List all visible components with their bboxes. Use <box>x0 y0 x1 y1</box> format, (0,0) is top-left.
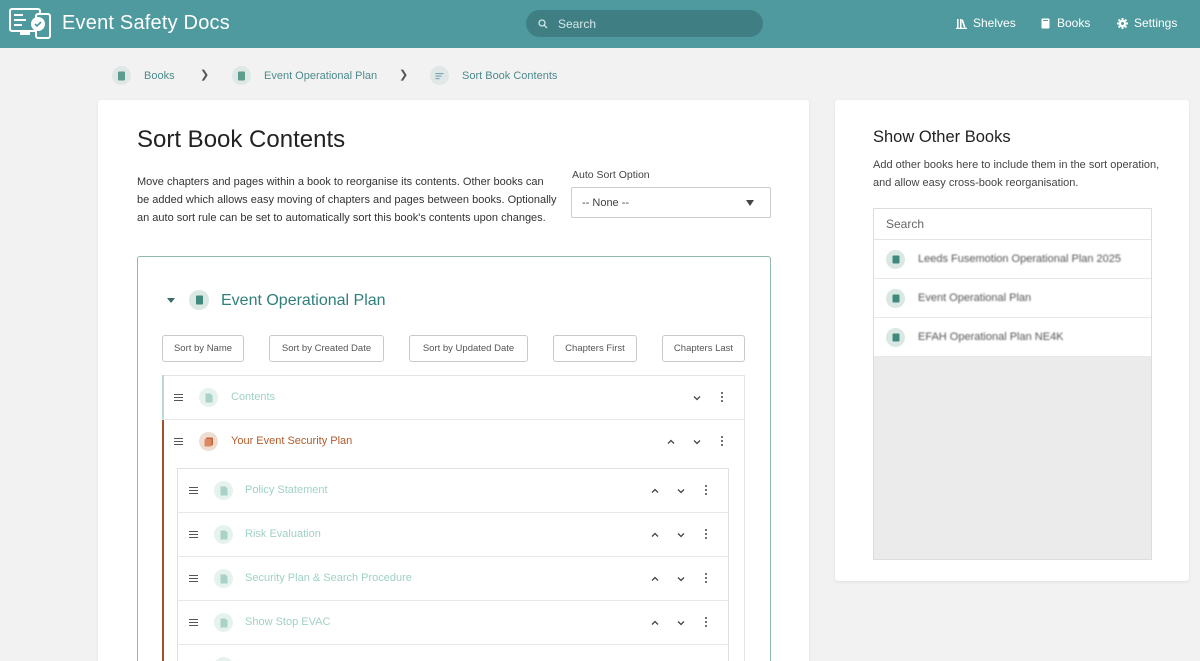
page-title: Sort Book Contents <box>137 126 346 153</box>
item-label: Risk Evaluation <box>245 528 321 540</box>
book-icon <box>189 290 209 310</box>
more-options-icon[interactable] <box>705 529 708 540</box>
sort-by-updated-button[interactable]: Sort by Updated Date <box>409 335 528 362</box>
page-icon <box>214 569 233 588</box>
chapter-label: Your Event Security Plan <box>231 435 353 447</box>
nav-books[interactable]: Books <box>1040 16 1090 30</box>
sort-icon <box>430 66 449 85</box>
breadcrumb-book-label: Event Operational Plan <box>264 69 378 82</box>
list-item[interactable] <box>178 645 728 661</box>
move-up-icon[interactable] <box>651 619 659 627</box>
nav-shelves[interactable]: Shelves <box>956 16 1016 30</box>
move-down-icon[interactable] <box>693 438 701 446</box>
book-icon <box>886 288 905 308</box>
item-label: Contents <box>231 391 276 403</box>
drag-handle-icon[interactable] <box>189 487 198 494</box>
drag-handle-icon[interactable] <box>189 575 198 582</box>
other-book-label: EFAH Operational Plan NE4K <box>918 331 1064 343</box>
more-options-icon[interactable] <box>705 617 708 628</box>
page-icon <box>214 613 233 632</box>
move-up-icon[interactable] <box>651 531 659 539</box>
more-options-icon[interactable] <box>721 392 724 403</box>
global-search[interactable] <box>526 10 763 37</box>
sort-by-created-button[interactable]: Sort by Created Date <box>269 335 384 362</box>
other-book-label: Leeds Fusemotion Operational Plan 2025 <box>918 253 1122 265</box>
chapters-first-button[interactable]: Chapters First <box>553 335 637 362</box>
auto-sort-value: -- None -- <box>582 196 630 209</box>
shelves-icon <box>956 18 967 29</box>
sort-by-name-button[interactable]: Sort by Name <box>162 335 244 362</box>
other-books-title: Show Other Books <box>873 128 1011 146</box>
item-label: Policy Statement <box>245 484 328 496</box>
book-icon <box>886 249 905 269</box>
app-title[interactable]: Event Safety Docs <box>62 12 230 35</box>
book-icon <box>232 66 251 85</box>
page-icon <box>199 388 218 407</box>
list-item[interactable]: Risk Evaluation <box>178 513 728 557</box>
drag-handle-icon[interactable] <box>189 619 198 626</box>
auto-sort-label: Auto Sort Option <box>572 169 650 181</box>
breadcrumb-book[interactable]: Event Operational Plan <box>232 66 377 85</box>
auto-sort-select[interactable]: -- None -- <box>571 187 771 218</box>
nav-shelves-label: Shelves <box>973 16 1016 30</box>
top-header: Event Safety Docs Shelves Books <box>0 0 1200 48</box>
book-icon <box>886 327 905 347</box>
other-books-description: Add other books here to include them in … <box>873 159 1160 189</box>
other-book-item[interactable]: Leeds Fusemotion Operational Plan 2025 <box>874 240 1151 279</box>
nav-books-label: Books <box>1057 16 1091 30</box>
nav-settings[interactable]: Settings <box>1117 16 1177 30</box>
drag-handle-icon[interactable] <box>174 438 183 445</box>
move-down-icon[interactable] <box>677 531 685 539</box>
other-book-label: Event Operational Plan <box>918 292 1032 304</box>
item-label: Show Stop EVAC <box>245 616 331 628</box>
move-up-icon[interactable] <box>651 487 659 495</box>
search-input[interactable] <box>558 16 738 31</box>
breadcrumb-sort[interactable]: Sort Book Contents <box>430 66 557 85</box>
move-down-icon[interactable] <box>677 487 685 495</box>
list-item[interactable]: Contents <box>164 376 744 420</box>
breadcrumb-books[interactable]: Books <box>112 66 175 85</box>
move-down-icon[interactable] <box>693 394 701 402</box>
breadcrumb-separator-icon: ❯ <box>200 69 210 81</box>
item-label: Security Plan & Search Procedure <box>245 572 412 584</box>
chapter-icon <box>199 432 218 451</box>
more-options-icon[interactable] <box>705 485 708 496</box>
other-book-item[interactable]: EFAH Operational Plan NE4K <box>874 318 1151 357</box>
drag-handle-icon[interactable] <box>189 531 198 538</box>
move-down-icon[interactable] <box>677 619 685 627</box>
other-books-search-input[interactable] <box>886 217 1126 231</box>
move-down-icon[interactable] <box>677 575 685 583</box>
page-icon <box>214 481 233 500</box>
page-icon <box>214 657 233 661</box>
other-book-item[interactable]: Event Operational Plan <box>874 279 1151 318</box>
app-logo-icon[interactable] <box>8 6 52 40</box>
book-icon <box>112 66 131 85</box>
breadcrumb-separator-icon: ❯ <box>399 69 409 81</box>
list-item[interactable]: Policy Statement <box>178 469 728 513</box>
settings-gear-icon <box>1117 17 1128 29</box>
search-icon <box>538 18 548 28</box>
nav-settings-label: Settings <box>1134 16 1178 30</box>
move-up-icon[interactable] <box>651 575 659 583</box>
page-description: Move chapters and pages within a book to… <box>137 176 557 224</box>
list-item[interactable]: Show Stop EVAC <box>178 601 728 645</box>
chapters-last-button[interactable]: Chapters Last <box>662 335 745 362</box>
chevron-down-icon <box>746 200 754 206</box>
books-icon <box>1041 18 1050 28</box>
breadcrumb-sort-label: Sort Book Contents <box>462 69 558 82</box>
move-up-icon[interactable] <box>667 438 675 446</box>
collapse-toggle-icon[interactable] <box>167 298 175 303</box>
drag-handle-icon[interactable] <box>174 394 183 401</box>
breadcrumb-books-label: Books <box>144 69 175 82</box>
chapter-item[interactable]: Your Event Security Plan <box>164 420 744 464</box>
more-options-icon[interactable] <box>721 436 724 447</box>
other-books-search[interactable] <box>874 209 1151 240</box>
book-title: Event Operational Plan <box>221 292 386 309</box>
more-options-icon[interactable] <box>705 573 708 584</box>
list-item[interactable]: Security Plan & Search Procedure <box>178 557 728 601</box>
page-icon <box>214 525 233 544</box>
